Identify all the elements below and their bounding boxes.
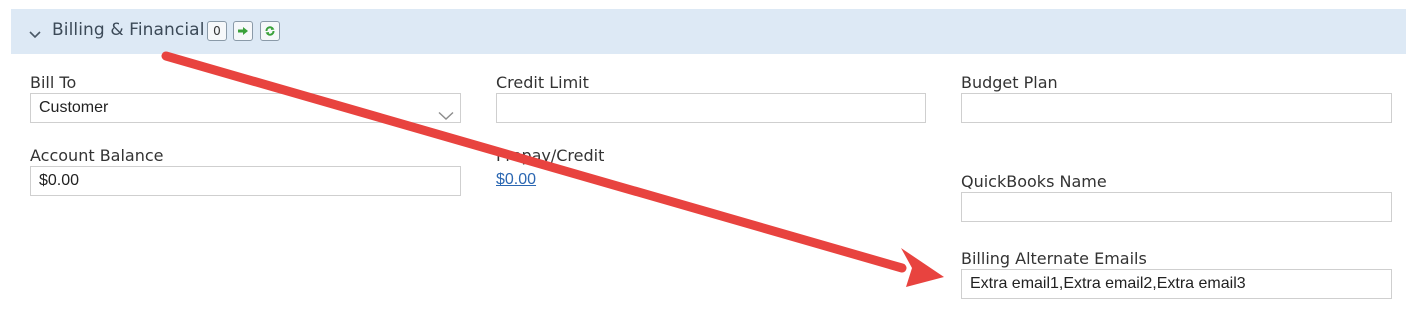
section-title: Billing & Financial: [52, 20, 205, 40]
refresh-icon[interactable]: [260, 21, 280, 41]
chevron-down-icon[interactable]: [438, 103, 454, 122]
account-balance-label: Account Balance: [30, 146, 164, 165]
section-header-billing-financial[interactable]: Billing & Financial 0: [11, 9, 1406, 54]
budget-plan-label: Budget Plan: [961, 73, 1058, 92]
bill-to-value: Customer: [39, 99, 109, 116]
prepay-credit-label: Prepay/Credit: [496, 146, 605, 165]
billing-alternate-emails-field[interactable]: Extra email1,Extra email2,Extra email3: [961, 269, 1392, 299]
quickbooks-name-field[interactable]: [961, 192, 1392, 222]
credit-limit-label: Credit Limit: [496, 73, 589, 92]
credit-limit-field[interactable]: [496, 93, 926, 123]
quickbooks-name-label: QuickBooks Name: [961, 172, 1107, 191]
account-balance-field[interactable]: $0.00: [30, 166, 461, 196]
billing-alternate-emails-label: Billing Alternate Emails: [961, 249, 1147, 268]
count-badge[interactable]: 0: [207, 21, 227, 41]
chevron-down-icon[interactable]: [29, 26, 41, 44]
forward-arrow-icon[interactable]: [233, 21, 253, 41]
budget-plan-field[interactable]: [961, 93, 1392, 123]
prepay-credit-link[interactable]: $0.00: [496, 171, 536, 189]
bill-to-label: Bill To: [30, 73, 77, 92]
bill-to-select[interactable]: Customer: [30, 93, 461, 123]
